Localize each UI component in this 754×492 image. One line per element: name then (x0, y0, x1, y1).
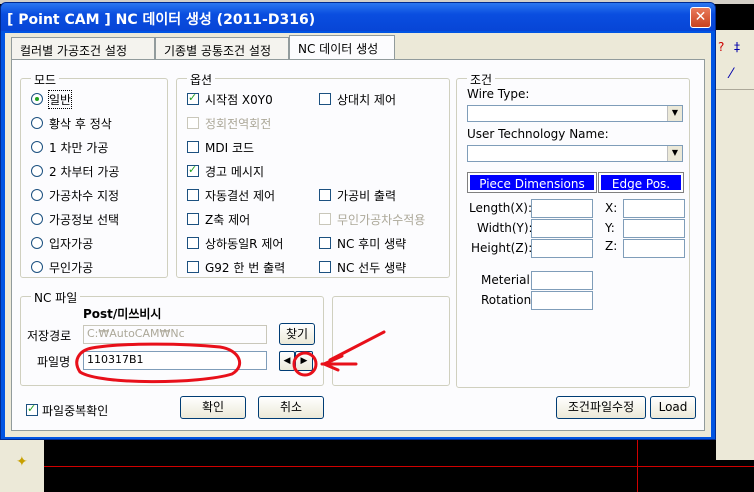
annotation-ellipse (75, 342, 242, 384)
annotation-arrow (320, 330, 386, 372)
annotation-circle (292, 351, 318, 377)
red-annotation-overlay (75, 330, 386, 384)
